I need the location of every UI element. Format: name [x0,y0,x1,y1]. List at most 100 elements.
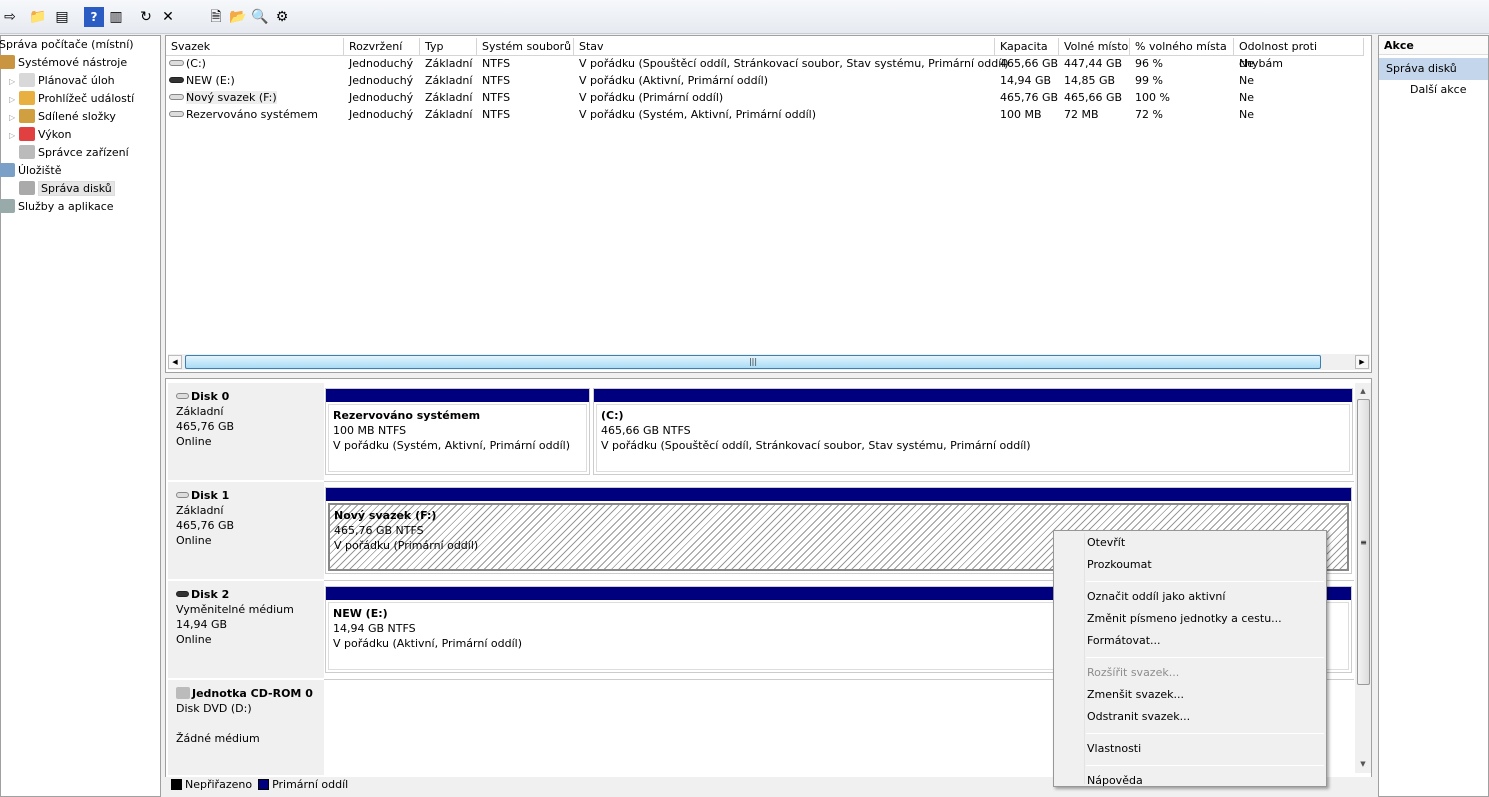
menu-item[interactable]: Odstranit svazek... [1087,707,1190,727]
cell-text: V pořádku (Spouštěcí oddíl, Stránkovací … [579,57,1009,70]
tree-item[interactable]: Správa počítače (místní) [0,36,134,54]
volume-list: Svazek Rozvržení Typ Systém souborů Stav Kapa… [165,35,1372,373]
volume-cell: V pořádku (Primární oddíl) [574,89,723,106]
tree-node-icon [19,91,35,105]
actions-pane: Akce Správa disků Další akce [1378,35,1489,797]
tree-item[interactable]: ▷ Sdílené složky [9,108,116,126]
disk-icon [176,591,189,597]
cell-text: 447,44 GB [1064,57,1123,70]
column-header[interactable]: Svazek [166,38,344,56]
delete-button[interactable]: ✕ [158,7,178,27]
delete-icon: ✕ [162,9,174,25]
explore-icon: 🔍 [251,9,269,25]
menu-item[interactable]: Změnit písmeno jednotky a cestu... [1087,609,1282,629]
forward-arrow-button[interactable]: ⇨ [0,7,20,27]
tree-item[interactable]: Systémové nástroje [0,54,127,72]
partition-name: (C:) [601,409,624,422]
column-header[interactable]: Rozvržení [344,38,420,56]
column-header[interactable]: Volné místo [1059,38,1130,56]
tree-node-icon [19,73,35,87]
volume-row[interactable]: Rezervováno systémem Jednoduchý Základní NT… [166,106,1371,123]
cell-text: 72 % [1135,108,1163,121]
up-folder-button[interactable]: 📁 [28,7,48,27]
partition[interactable]: Rezervováno systémem 100 MB NTFS V pořádku… [325,388,590,475]
tree-item[interactable]: Úložiště [0,162,61,180]
tree-item[interactable]: Služby a aplikace [0,198,114,216]
cell-text: NTFS [482,108,511,121]
cell-text: Jednoduchý [349,57,414,70]
volume-cell: 100 MB [995,106,1042,123]
more-actions-link[interactable]: Další akce [1379,80,1488,100]
volume-cell: NTFS [477,72,510,89]
scroll-up-button[interactable]: ▲ [1356,384,1370,398]
settings-button[interactable]: ⚙ [272,7,292,27]
menu-item[interactable]: Vlastnosti [1087,739,1141,759]
tree-item-label: Prohlížeč událostí [38,92,135,105]
scroll-down-button[interactable]: ▼ [1356,757,1370,771]
forward-arrow-icon: ⇨ [4,9,16,25]
tree-item[interactable]: ▷ Výkon [9,126,71,144]
actions-section-disk-management[interactable]: Správa disků [1379,58,1488,80]
menu-item[interactable]: Označit oddíl jako aktivní [1087,587,1225,607]
scroll-thumb[interactable]: ||| [185,355,1321,369]
refresh-button[interactable]: ↻ [136,7,156,27]
tree-item[interactable]: ▷ Prohlížeč událostí [9,90,134,108]
disk-label[interactable]: Jednotka CD-ROM 0 Disk DVD (D:) Žádné médi… [168,680,324,775]
show-hide-tree-button[interactable]: ▤ [52,7,72,27]
expand-arrow-icon[interactable]: ▷ [9,127,19,145]
disk-type: Základní [176,405,224,418]
cell-text: 465,76 GB [1000,91,1059,104]
disk-type: Vyměnitelné médium [176,603,294,616]
expand-arrow-icon[interactable]: ▷ [9,91,19,109]
disk-label[interactable]: Disk 2 Vyměnitelné médium 14,94 GB Online [168,581,324,678]
column-header[interactable]: % volného místa [1130,38,1234,56]
expand-arrow-icon[interactable]: ▷ [9,73,19,91]
expand-arrow-icon[interactable]: ▷ [9,109,19,127]
legend-swatch [171,779,182,790]
volume-cell: 465,76 GB [995,89,1058,106]
partition-status: V pořádku (Spouštěcí oddíl, Stránkovací … [601,439,1031,452]
scroll-left-button[interactable]: ◀ [168,355,182,369]
volume-cell: V pořádku (Systém, Aktivní, Primární odd… [574,106,816,123]
disk-label[interactable]: Disk 1 Základní 465,76 GB Online [168,482,324,579]
legend-label: Primární oddíl [272,778,349,791]
legend-swatch [258,779,270,790]
disk-label[interactable]: Disk 0 Základní 465,76 GB Online [168,383,324,480]
help-button[interactable]: ? [84,7,104,27]
disk-name-text: Disk 1 [191,489,230,502]
disk-name: Disk 1 [176,488,324,503]
menu-item[interactable]: Formátovat... [1087,631,1161,651]
menu-item[interactable]: Zmenšit svazek... [1087,685,1184,705]
tree-item-label: Sdílené složky [38,110,116,123]
column-header[interactable]: Typ [420,38,477,56]
column-header[interactable]: Kapacita [995,38,1059,56]
menu-item[interactable]: Otevřít [1087,533,1125,553]
properties-button[interactable]: 🗎 [206,7,226,27]
volume-row[interactable]: NEW (E:) Jednoduchý Základní NTFS V pořádku … [166,72,1371,89]
column-header[interactable]: Odolnost proti chybám [1234,38,1364,70]
menu-item[interactable]: Nápověda [1087,771,1143,791]
scroll-right-button[interactable]: ▶ [1355,355,1369,369]
show-hide-action-pane-button[interactable]: ▥ [106,7,126,27]
tree-item[interactable]: ▷ Plánovač úloh [9,72,115,90]
volume-row[interactable]: Nový svazek (F:) Jednoduchý Základní NTFS V … [166,89,1371,106]
partition[interactable]: (C:) 465,66 GB NTFS V pořádku (Spouštěcí o… [593,388,1353,475]
column-header[interactable]: Systém souborů [477,38,574,56]
partition-type-bar [594,389,1352,402]
volume-cell: Nový svazek (F:) [166,89,277,106]
open-button[interactable]: 📂 [228,7,248,27]
tree-item-label: Správa disků [38,181,115,196]
menu-item[interactable]: Prozkoumat [1087,555,1152,575]
tree-item[interactable]: Správce zařízení [9,144,129,162]
scroll-thumb[interactable]: ≡ [1357,399,1370,685]
menu-separator [1086,733,1324,734]
volume-row[interactable]: (C:) Jednoduchý Základní NTFS V pořádku (Spo… [166,55,1371,72]
cell-text: 96 % [1135,57,1163,70]
tree-item[interactable]: Správa disků [9,180,115,198]
cell-text: Rezervováno systémem [186,108,318,121]
vertical-scrollbar[interactable]: ▲ ≡ ▼ [1355,383,1371,773]
column-header[interactable]: Stav [574,38,995,56]
menu-separator [1086,581,1324,582]
horizontal-scrollbar[interactable]: ◀ ||| ▶ [168,354,1370,370]
explore-button[interactable]: 🔍 [250,7,270,27]
